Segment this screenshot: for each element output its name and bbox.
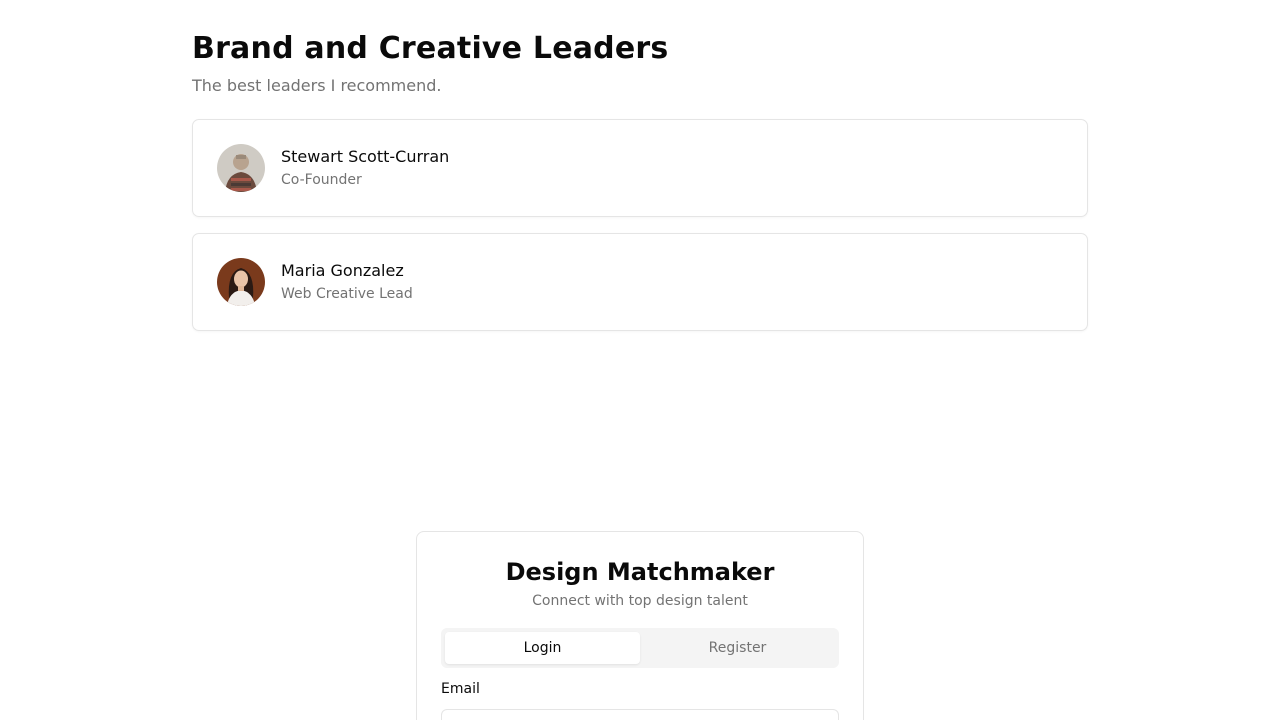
leader-name: Stewart Scott-Curran xyxy=(281,147,450,166)
leader-card-stewart[interactable]: Stewart Scott-Curran Co-Founder xyxy=(192,119,1088,217)
leaders-section: Brand and Creative Leaders The best lead… xyxy=(192,30,1088,347)
auth-card: Design Matchmaker Connect with top desig… xyxy=(416,531,864,720)
page-title: Brand and Creative Leaders xyxy=(192,31,669,66)
leader-role: Co-Founder xyxy=(281,172,362,188)
auth-subtitle: Connect with top design talent xyxy=(532,593,748,609)
page-subtitle: The best leaders I recommend. xyxy=(192,76,442,95)
avatar-photo-woman xyxy=(217,258,265,306)
tab-login[interactable]: Login xyxy=(445,632,640,664)
avatar-photo-man xyxy=(217,144,265,192)
tab-register[interactable]: Register xyxy=(640,632,835,664)
email-label: Email xyxy=(441,681,480,697)
avatar xyxy=(217,144,265,192)
avatar xyxy=(217,258,265,306)
auth-title: Design Matchmaker xyxy=(505,558,775,586)
email-field[interactable] xyxy=(441,709,839,720)
page: Brand and Creative Leaders The best lead… xyxy=(0,0,1280,720)
leader-card-maria[interactable]: Maria Gonzalez Web Creative Lead xyxy=(192,233,1088,331)
leader-name: Maria Gonzalez xyxy=(281,261,404,280)
leader-info: Maria Gonzalez Web Creative Lead xyxy=(281,260,413,304)
leader-list: Stewart Scott-Curran Co-Founder Maria Go… xyxy=(192,119,1088,331)
leader-info: Stewart Scott-Curran Co-Founder xyxy=(281,146,449,190)
leader-role: Web Creative Lead xyxy=(281,286,413,302)
auth-tabs: Login Register xyxy=(441,628,839,668)
